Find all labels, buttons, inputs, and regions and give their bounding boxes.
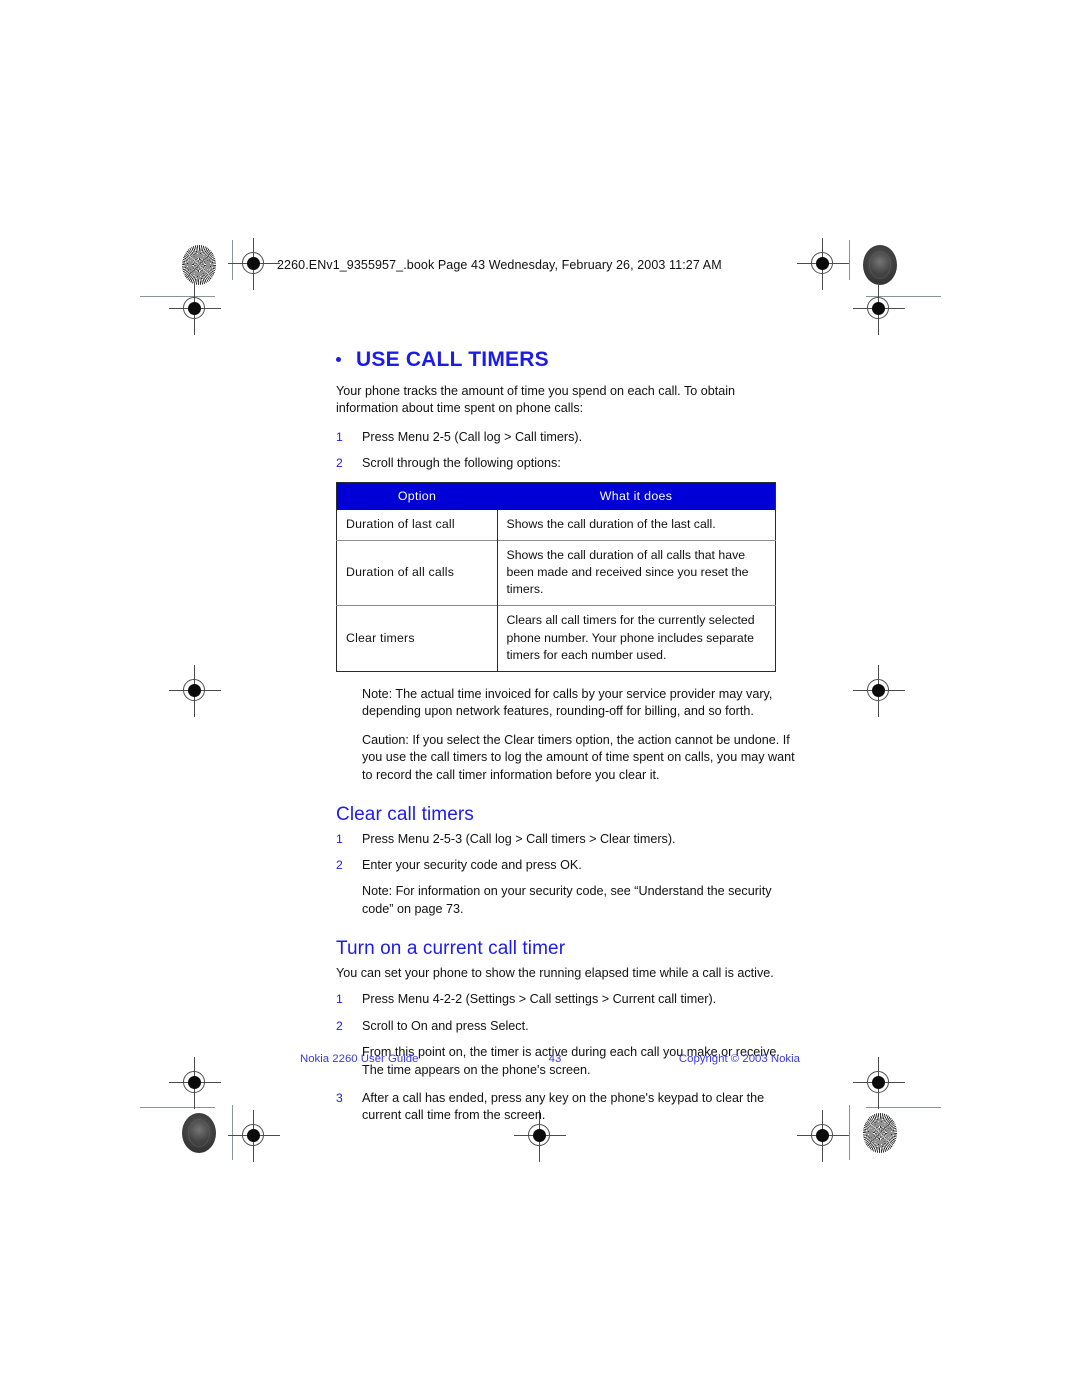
registration-crosshair-top-right-outer bbox=[853, 283, 905, 335]
section-heading-turn-on-current-call-timer: Turn on a current call timer bbox=[336, 938, 566, 960]
step-text: Press Menu 4-2-2 (Settings > Call settin… bbox=[362, 992, 717, 1007]
table-cell-description: Shows the call duration of all calls tha… bbox=[497, 539, 776, 606]
note-security-code: Note: For information on your security c… bbox=[362, 884, 772, 916]
footer-copyright: Copyright © 2003 Nokia bbox=[678, 1053, 800, 1065]
turn-on-steps: 1 Press Menu 4-2-2 (Settings > Call sett… bbox=[336, 991, 800, 1035]
step-number: 2 bbox=[336, 858, 343, 873]
registration-density-top-right bbox=[863, 245, 897, 285]
turn-on-intro: You can set your phone to show the runni… bbox=[336, 966, 774, 981]
table-row: Duration of last call Shows the call dur… bbox=[336, 509, 776, 541]
list-item: 1 Press Menu 2-5 (Call log > Call timers… bbox=[336, 429, 800, 446]
chapter-intro: Your phone tracks the amount of time you… bbox=[336, 384, 736, 416]
registration-density-bottom-left bbox=[182, 1113, 216, 1153]
table-header-row: Option What it does bbox=[336, 482, 776, 510]
table-header-what-it-does: What it does bbox=[497, 482, 776, 510]
table-cell-description: Clears all call timers for the currently… bbox=[497, 605, 776, 672]
caution-clear-timers: Caution: If you select the Clear timers … bbox=[362, 732, 795, 782]
registration-crosshair-top-left-inner bbox=[228, 238, 280, 290]
trim-line-bottom-left bbox=[140, 1107, 215, 1108]
trim-line-right-lower bbox=[849, 1105, 850, 1160]
registration-starburst-top-left bbox=[182, 245, 216, 285]
table-header-option: Option bbox=[336, 482, 497, 510]
registration-crosshair-bottom-right-outer bbox=[853, 1057, 905, 1109]
step-number: 2 bbox=[336, 456, 343, 471]
document-page: 2260.ENv1_9355957_.book Page 43 Wednesda… bbox=[0, 0, 1080, 1397]
step-text: After a call has ended, press any key on… bbox=[362, 1090, 765, 1123]
registration-crosshair-bottom-left-outer bbox=[169, 1057, 221, 1109]
footer-page-number: 43 bbox=[548, 1053, 562, 1065]
list-item: 2 Enter your security code and press OK. bbox=[336, 857, 800, 874]
page-content: USE CALL TIMERS Your phone tracks the am… bbox=[336, 348, 800, 1134]
page-title-text: USE CALL TIMERS bbox=[356, 348, 549, 371]
bullet-icon bbox=[336, 357, 341, 362]
table-cell-option: Duration of last call bbox=[336, 509, 498, 541]
trim-line-right bbox=[849, 240, 850, 280]
footer-guide-name: Nokia 2260 User Guide bbox=[300, 1053, 419, 1065]
step-number: 1 bbox=[336, 992, 343, 1007]
table-body: Duration of last call Shows the call dur… bbox=[336, 509, 776, 672]
step-text: Enter your security code and press OK. bbox=[362, 858, 582, 873]
step-text: Press Menu 2-5-3 (Call log > Call timers… bbox=[362, 831, 676, 846]
registration-crosshair-top-left-outer bbox=[169, 283, 221, 335]
page-footer: Nokia 2260 User Guide 43 Copyright © 200… bbox=[300, 1053, 800, 1065]
registration-starburst-bottom-right bbox=[863, 1113, 897, 1153]
registration-crosshair-mid-left bbox=[169, 665, 221, 717]
list-item: 1 Press Menu 4-2-2 (Settings > Call sett… bbox=[336, 991, 800, 1008]
running-header: 2260.ENv1_9355957_.book Page 43 Wednesda… bbox=[277, 258, 722, 272]
registration-crosshair-bottom-left-inner bbox=[228, 1110, 280, 1162]
table-cell-option: Duration of all calls bbox=[336, 539, 498, 606]
step-number: 3 bbox=[336, 1090, 343, 1105]
step-text: Scroll through the following options: bbox=[362, 456, 561, 471]
registration-crosshair-bottom-right-inner bbox=[797, 1110, 849, 1162]
registration-crosshair-top-right-inner bbox=[797, 238, 849, 290]
step-number: 1 bbox=[336, 429, 343, 444]
table-cell-option: Clear timers bbox=[336, 605, 498, 672]
page-title: USE CALL TIMERS bbox=[336, 348, 800, 371]
table-cell-description: Shows the call duration of the last call… bbox=[506, 516, 716, 531]
note-invoice: Note: The actual time invoiced for calls… bbox=[362, 687, 773, 719]
registration-crosshair-mid-right bbox=[853, 665, 905, 717]
table-row: Clear timers Clears all call timers for … bbox=[336, 605, 776, 672]
step-number: 2 bbox=[336, 1018, 343, 1033]
table-head: Option What it does bbox=[336, 482, 776, 510]
turn-on-steps-continued: 3 After a call has ended, press any key … bbox=[336, 1090, 800, 1125]
list-item: 1 Press Menu 2-5-3 (Call log > Call time… bbox=[336, 831, 800, 848]
section-heading-clear-call-timers: Clear call timers bbox=[336, 803, 474, 825]
options-table: Option What it does Duration of last cal… bbox=[336, 481, 776, 673]
clear-call-timers-steps: 1 Press Menu 2-5-3 (Call log > Call time… bbox=[336, 831, 800, 875]
list-item: 3 After a call has ended, press any key … bbox=[336, 1090, 800, 1125]
step-text: Press Menu 2-5 (Call log > Call timers). bbox=[362, 429, 583, 444]
list-item: 2 Scroll through the following options: bbox=[336, 455, 800, 472]
list-item: 2 Scroll to On and press Select. bbox=[336, 1018, 800, 1035]
chapter-steps: 1 Press Menu 2-5 (Call log > Call timers… bbox=[336, 429, 800, 473]
step-text: Scroll to On and press Select. bbox=[362, 1018, 529, 1033]
step-number: 1 bbox=[336, 831, 343, 846]
table-row: Duration of all calls Shows the call dur… bbox=[336, 539, 776, 606]
